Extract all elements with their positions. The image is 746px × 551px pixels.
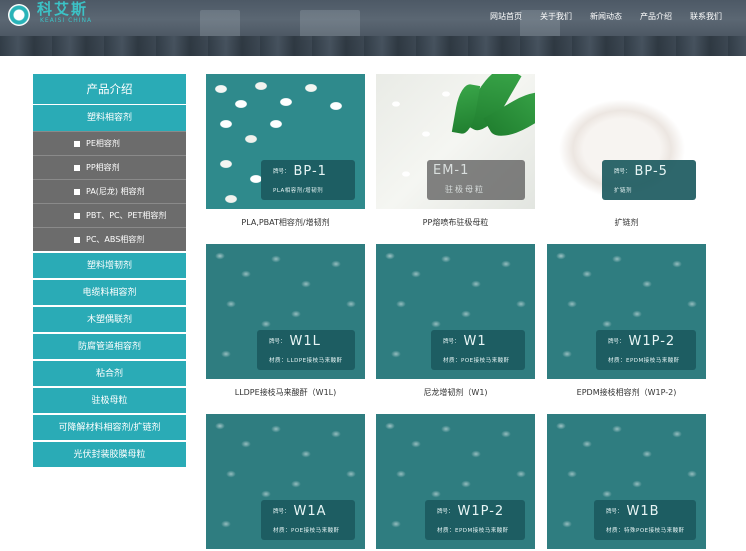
tag-code: W1P-2 [628, 334, 676, 349]
nav-news[interactable]: 新闻动态 [590, 11, 622, 22]
tag-desc: 材质：POE接枝马来酸酐 [443, 358, 510, 364]
tag-desc: 材质：EPDM接枝马来酸酐 [608, 358, 680, 364]
banner-strip [0, 36, 746, 56]
product-tag: 牌号： W1 材质：POE接枝马来酸酐 [431, 330, 525, 370]
product-tag: 牌号： W1P-2 材质：EPDM接枝马来酸酐 [596, 330, 696, 370]
tag-code: W1 [463, 334, 487, 349]
product-tag: EM-1 驻极母粒 [427, 160, 525, 200]
square-bullet-icon [74, 189, 80, 195]
product-image[interactable]: 牌号： W1 材质：POE接枝马来酸酐 [376, 244, 535, 379]
sidebar-item-pipe[interactable]: 防腐管道相容剂 [33, 332, 186, 359]
tag-desc: 材质：LLDPE接枝马来酸酐 [269, 358, 343, 364]
sidebar-item-electret[interactable]: 驻极母粒 [33, 386, 186, 413]
square-bullet-icon [74, 165, 80, 171]
tag-code: BP-1 [293, 164, 327, 179]
sidebar-item-photovoltaic[interactable]: 光伏封装胶膜母粒 [33, 440, 186, 467]
product-caption[interactable]: LLDPE接枝马来酸酐（W1L) [206, 387, 365, 398]
product-image[interactable]: 牌号： BP-1 PLA相容剂/增韧剂 [206, 74, 365, 209]
product-tag: 牌号： W1B 材质：特殊POE接枝马来酸酐 [594, 500, 696, 540]
subitem-label: PA(尼龙) 相容剂 [86, 187, 145, 196]
tag-desc: 扩链剂 [614, 188, 633, 194]
tag-code: W1P-2 [457, 504, 505, 519]
product-tag: 牌号： W1P-2 材质：EPDM接枝马来酸酐 [425, 500, 525, 540]
product-caption[interactable]: 扩链剂 [547, 217, 706, 228]
nav-contact[interactable]: 联系我们 [690, 11, 722, 22]
tag-prefix: 牌号： [273, 509, 290, 515]
product-tag: 牌号： BP-5 扩链剂 [602, 160, 696, 200]
product-card[interactable]: 牌号： W1P-2 材质：EPDM接枝马来酸酐 [376, 414, 535, 549]
sidebar-item-cable[interactable]: 电缆料相容剂 [33, 278, 186, 305]
subitem-label: PBT、PC、PET相容剂 [86, 211, 167, 220]
sidebar-subitem-pbt[interactable]: PBT、PC、PET相容剂 [33, 203, 186, 227]
tag-code: W1L [289, 334, 321, 349]
product-image[interactable]: 牌号： W1B 材质：特殊POE接枝马来酸酐 [547, 414, 706, 549]
main-nav: 网站首页 关于我们 新闻动态 产品介绍 联系我们 [490, 11, 746, 22]
tag-prefix: 牌号： [437, 509, 454, 515]
sidebar-subitem-pc-abs[interactable]: PC、ABS相容剂 [33, 227, 186, 251]
product-caption[interactable]: 尼龙增韧剂（W1) [376, 387, 535, 398]
product-image[interactable]: 牌号： W1P-2 材质：EPDM接枝马来酸酐 [547, 244, 706, 379]
tag-prefix: 牌号： [606, 509, 623, 515]
tag-prefix: 牌号： [614, 169, 631, 175]
sidebar-item-plastic-compatibilizer[interactable]: 塑料相容剂 [33, 104, 186, 131]
tag-desc: PLA相容剂/增韧剂 [273, 188, 324, 194]
product-image[interactable]: EM-1 驻极母粒 [376, 74, 535, 209]
sidebar-item-degradable[interactable]: 可降解材料相容剂/扩链剂 [33, 413, 186, 440]
tag-desc: 材质：EPDM接枝马来酸酐 [437, 528, 509, 534]
subitem-label: PC、ABS相容剂 [86, 235, 145, 244]
product-card[interactable]: EM-1 驻极母粒 PP熔喷布驻极母粒 [376, 74, 535, 228]
tag-code: BP-5 [634, 164, 668, 179]
subitem-label: PE相容剂 [86, 139, 120, 148]
tag-code: W1B [626, 504, 660, 519]
product-tag: 牌号： W1A 材质：POE接枝马来酸酐 [261, 500, 355, 540]
product-tag: 牌号： BP-1 PLA相容剂/增韧剂 [261, 160, 355, 200]
tag-prefix: 牌号： [273, 169, 290, 175]
nav-home[interactable]: 网站首页 [490, 11, 522, 22]
product-card[interactable]: 牌号： BP-5 扩链剂 扩链剂 [547, 74, 706, 228]
product-image[interactable]: 牌号： BP-5 扩链剂 [547, 74, 706, 209]
product-card[interactable]: 牌号： W1B 材质：特殊POE接枝马来酸酐 [547, 414, 706, 549]
logo-icon [8, 4, 30, 26]
sidebar-item-wood-plastic[interactable]: 木塑偶联剂 [33, 305, 186, 332]
product-card[interactable]: 牌号： W1 材质：POE接枝马来酸酐 尼龙增韧剂（W1) [376, 244, 535, 398]
product-caption[interactable]: PLA,PBAT相容剂/增韧剂 [206, 217, 365, 228]
sidebar-subitem-pa[interactable]: PA(尼龙) 相容剂 [33, 179, 186, 203]
product-image[interactable]: 牌号： W1P-2 材质：EPDM接枝马来酸酐 [376, 414, 535, 549]
logo-subtitle: KEAISI CHINA [40, 17, 93, 24]
sidebar-subitem-pe[interactable]: PE相容剂 [33, 131, 186, 155]
site-logo[interactable]: 科艾斯 KEAISI CHINA [4, 0, 124, 30]
square-bullet-icon [74, 237, 80, 243]
tag-desc: 驻极母粒 [445, 185, 485, 194]
product-card[interactable]: 牌号： W1P-2 材质：EPDM接枝马来酸酐 EPDM接枝相容剂（W1P-2) [547, 244, 706, 398]
product-image[interactable]: 牌号： W1L 材质：LLDPE接枝马来酸酐 [206, 244, 365, 379]
tag-prefix: 牌号： [443, 339, 460, 345]
tag-desc: 材质：特殊POE接枝马来酸酐 [606, 528, 685, 534]
nav-products[interactable]: 产品介绍 [640, 11, 672, 22]
sidebar-title: 产品介绍 [33, 74, 186, 104]
product-image[interactable]: 牌号： W1A 材质：POE接枝马来酸酐 [206, 414, 365, 549]
product-card[interactable]: 牌号： BP-1 PLA相容剂/增韧剂 PLA,PBAT相容剂/增韧剂 [206, 74, 365, 228]
product-card[interactable]: 牌号： W1L 材质：LLDPE接枝马来酸酐 LLDPE接枝马来酸酐（W1L) [206, 244, 365, 398]
tag-prefix: 牌号： [269, 339, 286, 345]
tag-code: EM-1 [433, 163, 470, 178]
square-bullet-icon [74, 141, 80, 147]
sidebar-subitem-pp[interactable]: PP相容剂 [33, 155, 186, 179]
tag-prefix: 牌号： [608, 339, 625, 345]
subitem-label: PP相容剂 [86, 163, 120, 172]
square-bullet-icon [74, 213, 80, 219]
nav-about[interactable]: 关于我们 [540, 11, 572, 22]
site-header: 科艾斯 KEAISI CHINA 网站首页 关于我们 新闻动态 产品介绍 联系我… [0, 0, 746, 56]
tag-desc: 材质：POE接枝马来酸酐 [273, 528, 340, 534]
product-caption[interactable]: EPDM接枝相容剂（W1P-2) [547, 387, 706, 398]
product-tag: 牌号： W1L 材质：LLDPE接枝马来酸酐 [257, 330, 355, 370]
product-caption[interactable]: PP熔喷布驻极母粒 [376, 217, 535, 228]
product-card[interactable]: 牌号： W1A 材质：POE接枝马来酸酐 [206, 414, 365, 549]
sidebar-item-adhesive[interactable]: 粘合剂 [33, 359, 186, 386]
product-sidebar: 产品介绍 塑料相容剂 PE相容剂 PP相容剂 PA(尼龙) 相容剂 PBT、PC… [33, 74, 186, 467]
sidebar-item-toughener[interactable]: 塑料增韧剂 [33, 251, 186, 278]
tag-code: W1A [293, 504, 327, 519]
